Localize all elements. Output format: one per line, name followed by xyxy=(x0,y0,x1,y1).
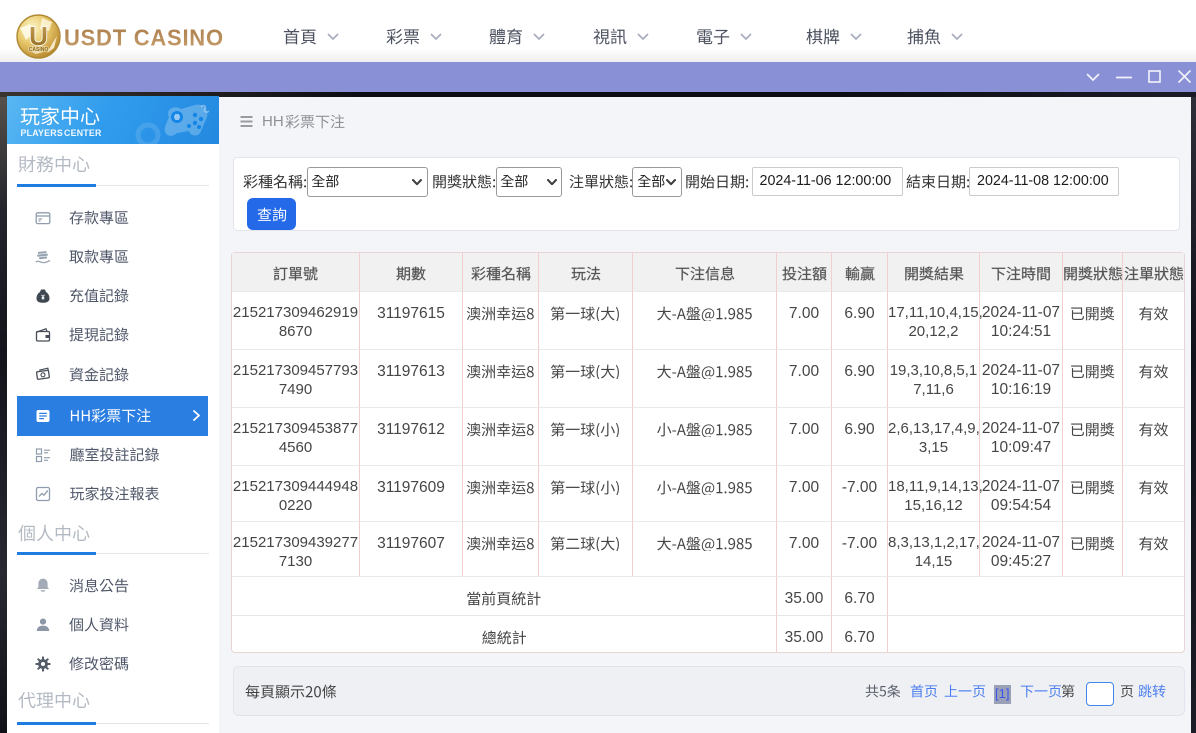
svg-text:CASINO: CASINO xyxy=(29,47,49,53)
